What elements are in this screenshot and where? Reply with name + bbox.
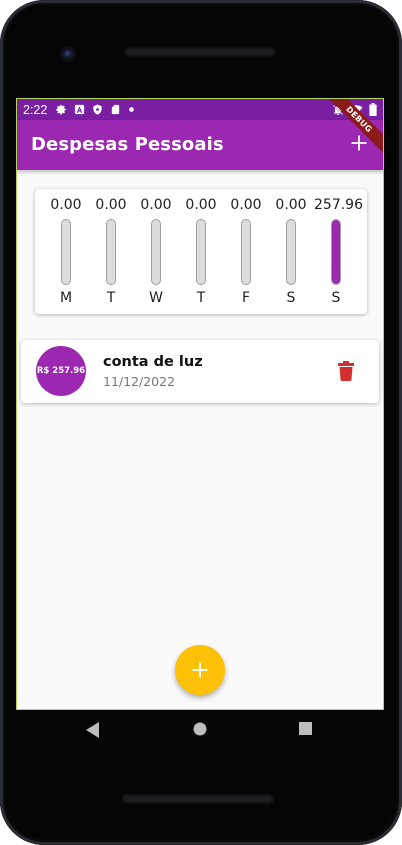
chart-bar-value-label: 0.00 <box>95 197 127 213</box>
phone-frame: 2:22 Despesas Pessoais DEBUG 0.00 M 0.00 T 0… <box>0 0 402 845</box>
app-bar: Despesas Pessoais <box>17 120 383 170</box>
chart-bar-value-label: 0.00 <box>230 197 262 213</box>
chart-bar-track <box>331 219 341 285</box>
chart-bar-column: 0.00 F <box>224 189 268 314</box>
chart-day-label: T <box>196 290 206 306</box>
transaction-amount-avatar: R$ 257.96 <box>36 346 86 396</box>
chart-bar-value-label: 0.00 <box>140 197 172 213</box>
chart-bar-value-label: 0.00 <box>50 197 82 213</box>
chart-bar-column: 0.00 T <box>179 189 223 314</box>
chart-bar-track <box>151 219 161 285</box>
chart-bar-column: 0.00 T <box>89 189 133 314</box>
app-screen: 2:22 Despesas Pessoais DEBUG 0.00 M 0.00 T 0… <box>16 98 384 710</box>
chart-bar-fill <box>332 220 340 284</box>
back-icon[interactable] <box>86 722 100 738</box>
trash-icon <box>338 361 354 381</box>
weekly-chart-card: 0.00 M 0.00 T 0.00 W 0.00 T 0.00 F 0.00 S 257.96 S <box>35 189 367 314</box>
chart-bar-column: 0.00 M <box>44 189 88 314</box>
gear-icon <box>56 104 66 115</box>
bottom-speaker <box>122 794 274 804</box>
chart-bar-track <box>286 219 296 285</box>
front-camera <box>60 46 76 62</box>
chart-bar-track <box>61 219 71 285</box>
transaction-date: 11/12/2022 <box>103 374 176 389</box>
chart-day-label: F <box>241 290 251 306</box>
chart-bar-track <box>106 219 116 285</box>
system-nav-bar <box>16 710 384 754</box>
a-icon <box>75 104 85 115</box>
sd-card-icon <box>112 104 120 115</box>
chart-bar-value-label: 0.00 <box>275 197 307 213</box>
shield-icon <box>93 104 102 115</box>
chart-bar-column: 0.00 S <box>269 189 313 314</box>
chart-bar-value-label: 0.00 <box>185 197 217 213</box>
page-title: Despesas Pessoais <box>31 134 224 155</box>
chart-day-label: T <box>106 290 116 306</box>
chart-day-label: W <box>149 290 163 306</box>
transaction-title: conta de luz <box>103 354 203 370</box>
delete-transaction-button[interactable] <box>337 361 355 381</box>
home-icon[interactable] <box>193 722 207 736</box>
chart-day-label: M <box>59 290 73 306</box>
recents-icon[interactable] <box>299 722 312 735</box>
chart-bar-value-label: 257.96 <box>314 197 363 213</box>
earpiece-speaker <box>124 47 276 57</box>
chart-day-label: S <box>286 290 296 306</box>
status-bar: 2:22 <box>17 99 383 120</box>
dot-icon <box>129 107 135 112</box>
chart-bar-track <box>196 219 206 285</box>
add-icon <box>351 135 367 151</box>
add-fab-button[interactable] <box>175 645 225 695</box>
chart-bar-track <box>241 219 251 285</box>
add-icon <box>192 662 208 678</box>
transaction-card: R$ 257.96 conta de luz 11/12/2022 <box>21 340 379 403</box>
status-time: 2:22 <box>23 102 48 117</box>
chart-day-label: S <box>331 290 341 306</box>
chart-bar-column: 0.00 W <box>134 189 178 314</box>
chart-bar-column: 257.96 S <box>314 189 363 314</box>
battery-icon <box>369 103 377 116</box>
